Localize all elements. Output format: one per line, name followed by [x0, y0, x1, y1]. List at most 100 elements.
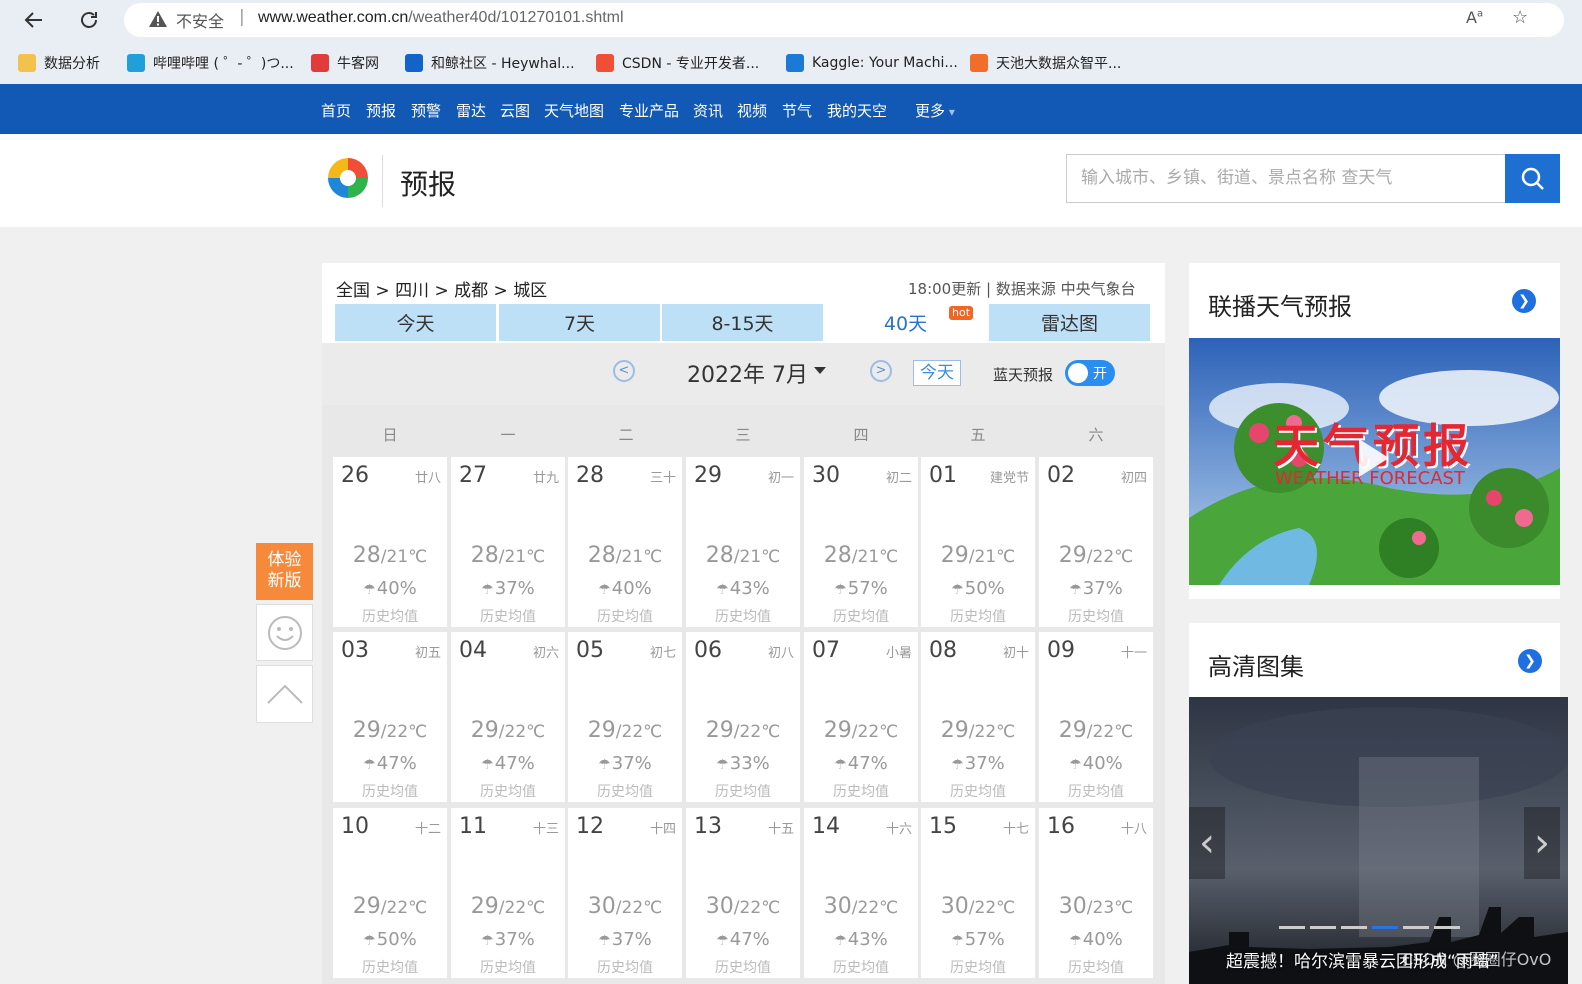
nav-item-6[interactable]: 专业产品: [619, 100, 679, 121]
temp-unit: ℃: [879, 722, 899, 742]
breadcrumb-item[interactable]: 成都: [454, 281, 488, 301]
prev-month-button[interactable]: <: [613, 360, 635, 382]
day-cell[interactable]: 12 十四 30/22℃ ☂37% 历史均值: [568, 808, 682, 978]
day-cell[interactable]: 11 十三 29/22℃ ☂37% 历史均值: [451, 808, 565, 978]
tab-0[interactable]: 今天: [335, 304, 496, 341]
day-cell[interactable]: 03 初五 29/22℃ ☂47% 历史均值: [333, 632, 447, 802]
day-cell[interactable]: 15 十七 30/22℃ ☂57% 历史均值: [921, 808, 1035, 978]
bookmark-4[interactable]: CSDN - 专业开发者...: [596, 52, 759, 74]
temp-low: 22: [739, 722, 762, 742]
day-cell[interactable]: 04 初六 29/22℃ ☂47% 历史均值: [451, 632, 565, 802]
rain-value: 37%: [1082, 578, 1123, 599]
bookmark-3[interactable]: 和鲸社区 - Heywhal...: [405, 52, 575, 74]
day-cell[interactable]: 26 廿八 28/21℃ ☂40% 历史均值: [333, 457, 447, 627]
back-to-top-button[interactable]: [256, 665, 313, 723]
day-cell[interactable]: 28 三十 28/21℃ ☂40% 历史均值: [568, 457, 682, 627]
bookmark-0[interactable]: 数据分析: [18, 52, 100, 74]
bookmark-1[interactable]: 哔哩哔哩 ( ゜- ゜)つ...: [127, 52, 294, 74]
search-input[interactable]: 输入城市、乡镇、街道、景点名称 查天气: [1066, 154, 1507, 203]
breadcrumb-item[interactable]: 全国: [336, 281, 370, 301]
day-cell[interactable]: 14 十六 30/22℃ ☂43% 历史均值: [804, 808, 918, 978]
nav-item-0[interactable]: 首页: [321, 100, 351, 121]
temp-low: 22: [857, 898, 880, 918]
back-button[interactable]: [20, 6, 48, 34]
today-button[interactable]: 今天: [913, 360, 961, 386]
nav-item-9[interactable]: 节气: [782, 100, 812, 121]
gallery-dot[interactable]: [1434, 926, 1460, 929]
day-cell[interactable]: 16 十八 30/23℃ ☂40% 历史均值: [1039, 808, 1153, 978]
day-cell[interactable]: 09 十一 29/22℃ ☂40% 历史均值: [1039, 632, 1153, 802]
day-cell[interactable]: 08 初十 29/22℃ ☂37% 历史均值: [921, 632, 1035, 802]
video-thumbnail[interactable]: 天气预报 WEATHER FORECAST: [1189, 338, 1560, 585]
play-icon[interactable]: [1359, 439, 1389, 477]
bookmark-label: 天池大数据众智平...: [996, 56, 1122, 72]
feedback-button[interactable]: [256, 604, 313, 661]
temp-high: 29: [705, 718, 734, 743]
nav-item-3[interactable]: 雷达: [456, 100, 486, 121]
day-number: 11: [459, 814, 487, 839]
nav-item-1[interactable]: 预报: [366, 100, 396, 121]
gallery-dot-active[interactable]: [1372, 926, 1398, 929]
bluesky-toggle[interactable]: 开: [1065, 360, 1115, 386]
day-cell[interactable]: 29 初一 28/21℃ ☂43% 历史均值: [686, 457, 800, 627]
day-cell[interactable]: 06 初八 29/22℃ ☂33% 历史均值: [686, 632, 800, 802]
history-label: 历史均值: [950, 609, 1006, 625]
day-number: 28: [576, 463, 604, 488]
caret-down-icon[interactable]: [814, 367, 826, 374]
video-more-icon[interactable]: ❯: [1512, 289, 1536, 313]
nav-more[interactable]: 更多 ▾: [915, 100, 955, 121]
day-cell[interactable]: 05 初七 29/22℃ ☂37% 历史均值: [568, 632, 682, 802]
tab-1[interactable]: 7天: [499, 304, 660, 341]
lunar-date: 初二: [885, 471, 912, 486]
day-cell[interactable]: 30 初二 28/21℃ ☂57% 历史均值: [804, 457, 918, 627]
day-cell[interactable]: 07 小暑 29/22℃ ☂47% 历史均值: [804, 632, 918, 802]
gallery-image[interactable]: ‹ ›: [1189, 697, 1568, 984]
rain-value: 33%: [729, 753, 770, 774]
bookmark-2[interactable]: 牛客网: [311, 52, 379, 74]
gallery-more-icon[interactable]: ❯: [1518, 649, 1542, 673]
nav-item-5[interactable]: 天气地图: [544, 100, 604, 121]
reload-button[interactable]: [75, 6, 103, 34]
csdn-icon: [596, 54, 614, 72]
temperature: 30/22℃: [705, 894, 781, 919]
tab-2[interactable]: 8-15天: [662, 304, 823, 341]
try-new-version-button[interactable]: 体验 新版: [256, 543, 313, 600]
logo-divider: [382, 155, 383, 207]
gallery-dot[interactable]: [1310, 926, 1336, 929]
favorite-star-icon[interactable]: ☆: [1512, 7, 1528, 28]
gallery-dot[interactable]: [1341, 926, 1367, 929]
tab-4[interactable]: 雷达图: [989, 304, 1150, 341]
bookmark-6[interactable]: 天池大数据众智平...: [970, 52, 1121, 74]
day-cell[interactable]: 02 初四 29/22℃ ☂37% 历史均值: [1039, 457, 1153, 627]
nav-more-label: 更多: [915, 102, 946, 120]
gallery-prev-button[interactable]: ‹: [1189, 807, 1225, 879]
month-selector[interactable]: 2022年 7月: [687, 357, 808, 389]
nav-item-2[interactable]: 预警: [411, 100, 441, 121]
search-button[interactable]: [1505, 154, 1560, 203]
nav-item-8[interactable]: 视频: [737, 100, 767, 121]
weather-logo-icon[interactable]: [322, 152, 374, 206]
umbrella-icon: ☂: [1069, 933, 1082, 949]
read-aloud-icon[interactable]: Aa: [1466, 8, 1483, 27]
breadcrumb-separator: >: [429, 281, 455, 301]
day-cell[interactable]: 27 廿九 28/21℃ ☂37% 历史均值: [451, 457, 565, 627]
nav-item-7[interactable]: 资讯: [693, 100, 723, 121]
next-month-button[interactable]: >: [870, 360, 892, 382]
nav-item-10[interactable]: 我的天空: [827, 100, 887, 121]
temp-unit: ℃: [643, 547, 663, 567]
breadcrumb-item[interactable]: 四川: [395, 281, 429, 301]
day-cell[interactable]: 10 十二 29/22℃ ☂50% 历史均值: [333, 808, 447, 978]
gallery-dot[interactable]: [1279, 926, 1305, 929]
temp-unit: ℃: [996, 547, 1016, 567]
day-cell[interactable]: 01 建党节 29/21℃ ☂50% 历史均值: [921, 457, 1035, 627]
bookmark-5[interactable]: Kaggle: Your Machi...: [786, 52, 958, 74]
temperature: 29/21℃: [940, 543, 1016, 568]
url-text[interactable]: www.weather.com.cn/weather40d/101270101.…: [258, 9, 624, 27]
day-cell[interactable]: 13 十五 30/22℃ ☂47% 历史均值: [686, 808, 800, 978]
temp-low: 22: [974, 722, 997, 742]
umbrella-icon: ☂: [363, 933, 376, 949]
gallery-dot[interactable]: [1403, 926, 1429, 929]
nav-item-4[interactable]: 云图: [500, 100, 530, 121]
gallery-next-button[interactable]: ›: [1524, 807, 1560, 879]
lunar-date: 廿九: [532, 471, 559, 486]
